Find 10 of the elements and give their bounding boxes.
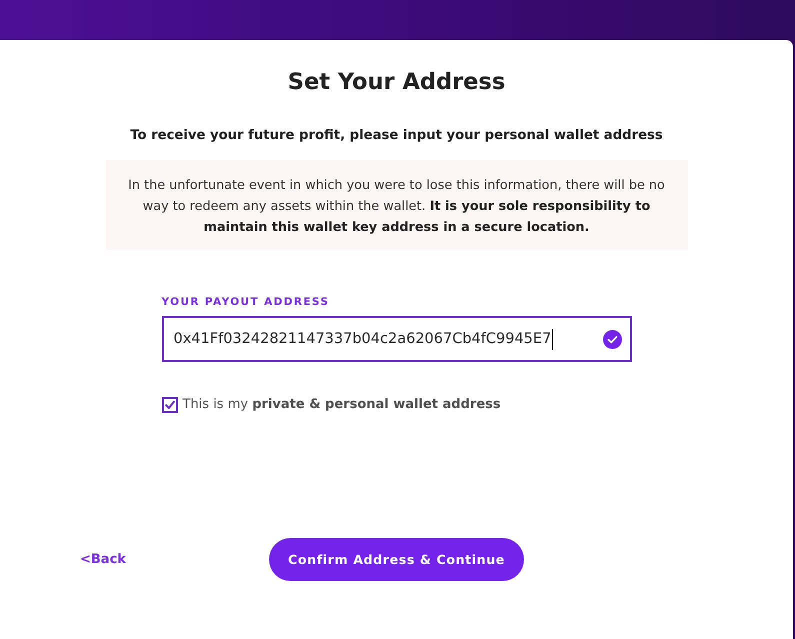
subtitle: To receive your future profit, please input your personal wallet address bbox=[130, 127, 663, 145]
checkmark-icon bbox=[164, 400, 174, 410]
notice-text: In the unfortunate event in which you were to lose this information, there will be no way to redeem any assets within the wallet. It is your sole responsibility to maintain this wallet key address in a secure location. bbox=[127, 177, 666, 237]
checkbox[interactable] bbox=[162, 397, 178, 413]
address-field[interactable]: 0x41Ff03242821147337b04c2a62067Cb4fC9945E7 bbox=[162, 316, 632, 362]
back-link[interactable]: <Back bbox=[80, 552, 126, 567]
checkbox-label: This is my private & personal wallet address bbox=[182, 396, 501, 414]
field-label: YOUR PAYOUT ADDRESS bbox=[162, 295, 330, 309]
confirm-button[interactable]: Confirm Address & Continue bbox=[269, 538, 524, 581]
page-title: Set Your Address bbox=[288, 68, 506, 97]
